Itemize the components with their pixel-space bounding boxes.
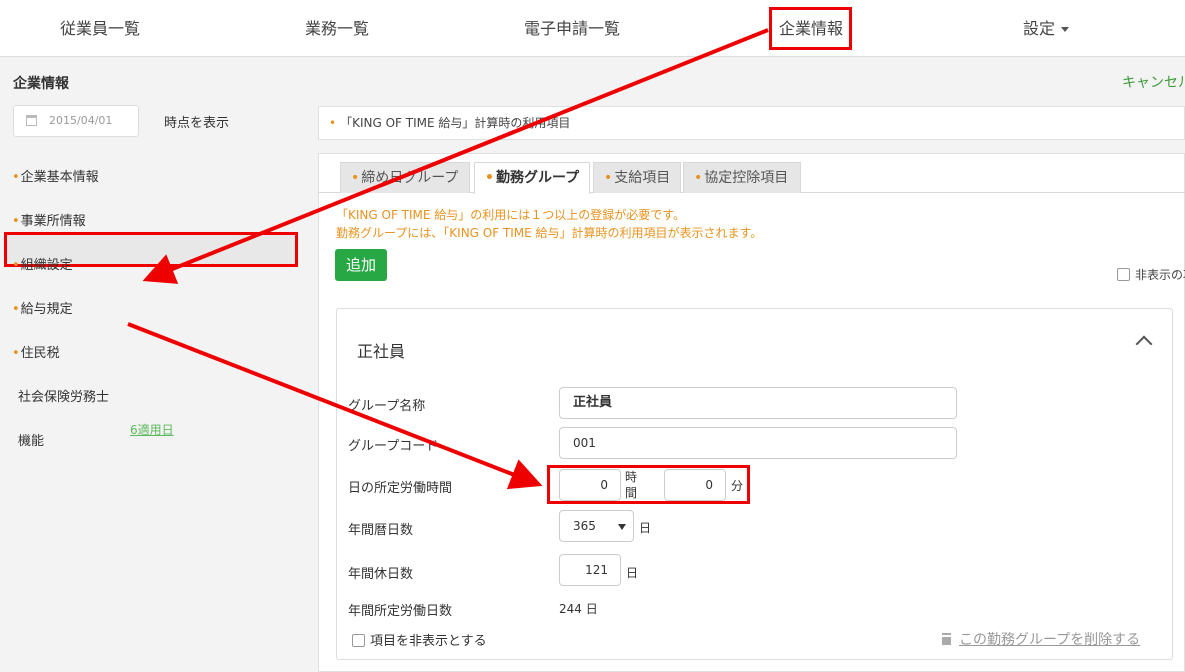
sidebar-item-label: 給与規定: [20, 302, 73, 317]
info-bar-text: 「KING OF TIME 給与」計算時の利用項目: [340, 116, 571, 130]
group-code-label: グループコード: [348, 439, 439, 454]
bullet-icon: •: [12, 258, 20, 273]
tab-label: 締め日グループ: [361, 170, 459, 186]
highlight-company-info: [769, 7, 852, 50]
sidebar-item-company-basic[interactable]: •企業基本情報: [12, 166, 99, 185]
group-name-input[interactable]: 正社員: [559, 387, 957, 419]
show-as-of-button[interactable]: 時点を表示: [164, 112, 229, 131]
cancel-link[interactable]: キャンセル: [1122, 72, 1185, 92]
bullet-icon: •: [351, 170, 360, 186]
info-bar: • 「KING OF TIME 給与」計算時の利用項目: [318, 106, 1185, 140]
group-name-label: グループ名称: [348, 399, 426, 414]
sidebar-item-label: 企業基本情報: [20, 170, 99, 185]
bullet-icon: •: [694, 170, 703, 186]
sidebar-item-label: 組織設定: [20, 258, 73, 273]
tab-closing-group[interactable]: • 締め日グループ: [340, 162, 470, 193]
sidebar-item-label: 住民税: [20, 346, 60, 361]
work-group-card: [336, 308, 1173, 660]
bullet-icon: •: [485, 170, 494, 186]
hide-items-label: 項目を非表示とする: [370, 634, 487, 649]
checkbox-icon: [1117, 268, 1130, 281]
bullet-icon: •: [604, 170, 613, 186]
highlight-daily-hours: [547, 465, 750, 504]
sidebar-title: 企業情報: [13, 76, 69, 92]
sidebar-item-organization[interactable]: •組織設定: [12, 254, 73, 273]
hide-items-checkbox[interactable]: 項目を非表示とする: [352, 630, 487, 649]
annual-holidays-label: 年間休日数: [348, 567, 414, 582]
bullet-icon: •: [12, 170, 20, 185]
tab-deduction-items[interactable]: • 協定控除項目: [683, 162, 801, 193]
sidebar-item-office[interactable]: •事業所情報: [12, 210, 86, 229]
date-value: 2015/04/01: [49, 114, 113, 127]
dropdown-arrow-icon: [618, 524, 626, 530]
warning-text-1: 「KING OF TIME 給与」の利用には１つ以上の登録が必要です。: [336, 208, 686, 222]
sidebar-item-payroll-rules[interactable]: •給与規定: [12, 298, 73, 317]
calendar-icon: [26, 115, 37, 126]
annual-work-days-label: 年間所定労働日数: [348, 604, 453, 619]
delete-group-link[interactable]: この勤務グループを削除する: [942, 629, 1140, 649]
annual-work-days-value: 244 日: [559, 602, 598, 616]
date-input[interactable]: 2015/04/01: [13, 105, 139, 137]
add-button[interactable]: 追加: [335, 249, 387, 281]
annual-holidays-input[interactable]: 121: [559, 554, 621, 586]
apply-date-link[interactable]: 6適用日: [130, 421, 174, 438]
holidays-unit: 日: [626, 566, 639, 580]
group-code-input[interactable]: 001: [559, 427, 957, 459]
nav-e-application-list[interactable]: 電子申請一覧: [524, 0, 620, 57]
calendar-days-unit: 日: [639, 521, 652, 535]
bullet-icon: •: [12, 214, 20, 229]
nav-settings[interactable]: 設定: [1023, 0, 1070, 57]
tab-label: 勤務グループ: [495, 170, 580, 186]
nav-settings-label: 設定: [1023, 19, 1056, 38]
sidebar-item-label: 事業所情報: [20, 214, 86, 229]
sidebar: 企業情報 2015/04/01 時点を表示: [0, 57, 302, 672]
sidebar-item-resident-tax[interactable]: •住民税: [12, 342, 60, 361]
bullet-icon: •: [12, 302, 20, 317]
card-title: 正社員: [357, 342, 406, 361]
trash-icon: [942, 635, 951, 645]
sidebar-item-features[interactable]: 機能: [18, 430, 44, 449]
tab-label: 協定控除項目: [704, 170, 789, 186]
warning-text-2: 勤務グループには、「KING OF TIME 給与」計算時の利用項目が表示されま…: [336, 226, 763, 240]
tab-payment-items[interactable]: • 支給項目: [593, 162, 681, 193]
bullet-icon: •: [329, 116, 337, 130]
sidebar-item-labor-consultant[interactable]: 社会保険労務士: [18, 386, 109, 405]
top-nav: 従業員一覧 業務一覧 電子申請一覧 企業情報 設定: [0, 0, 1185, 57]
bullet-icon: •: [12, 346, 20, 361]
daily-hours-label: 日の所定労働時間: [348, 481, 453, 496]
annual-calendar-days-value: 365: [573, 519, 596, 533]
nav-employee-list[interactable]: 従業員一覧: [60, 0, 140, 57]
tab-label: 支給項目: [614, 170, 671, 186]
nav-task-list[interactable]: 業務一覧: [305, 0, 369, 57]
checkbox-icon: [352, 634, 365, 647]
show-hidden-checkbox[interactable]: 非表示の項目を表示: [1117, 266, 1185, 283]
tab-work-group[interactable]: • 勤務グループ: [474, 162, 590, 194]
annual-calendar-days-label: 年間暦日数: [348, 523, 414, 538]
delete-group-label: この勤務グループを削除する: [959, 632, 1141, 648]
show-hidden-label: 非表示の項目を表示: [1135, 268, 1185, 282]
caret-down-icon: [1061, 27, 1070, 32]
